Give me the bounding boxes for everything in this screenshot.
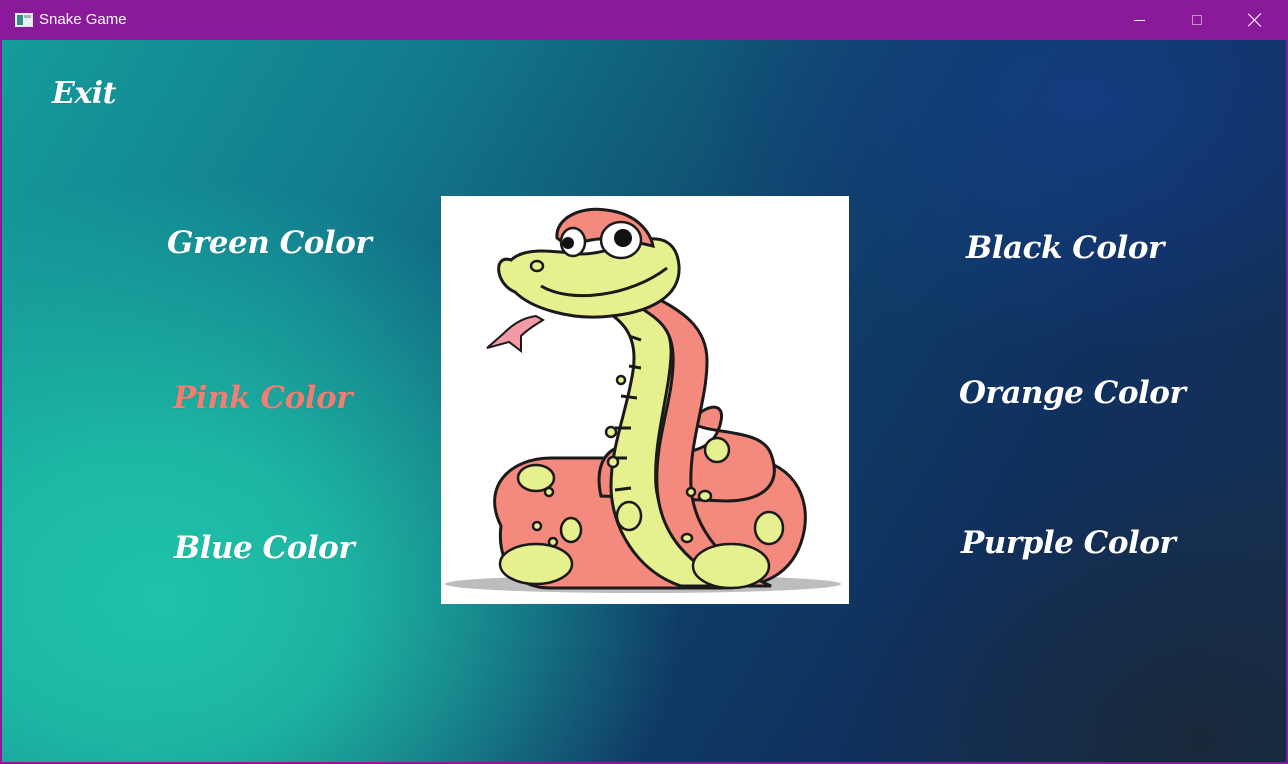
pink-color-option[interactable]: Pink Color — [173, 380, 353, 416]
orange-color-option[interactable]: Orange Color — [959, 375, 1186, 411]
maximize-button[interactable] — [1168, 0, 1226, 40]
game-window: Snake Game Exit Green Color Pink Color B… — [0, 0, 1288, 764]
color-menu-screen: Exit Green Color Pink Color Blue Color B… — [2, 40, 1286, 762]
snake-image — [441, 196, 849, 604]
exit-button[interactable]: Exit — [52, 76, 117, 111]
title-bar[interactable]: Snake Game — [2, 0, 1286, 40]
close-button[interactable] — [1226, 0, 1284, 40]
black-color-option[interactable]: Black Color — [966, 230, 1164, 266]
snake-illustration — [445, 207, 841, 593]
minimize-icon — [1133, 19, 1145, 21]
close-icon — [1248, 13, 1262, 27]
maximize-icon — [1192, 15, 1202, 25]
app-icon — [15, 13, 33, 27]
minimize-button[interactable] — [1110, 0, 1168, 40]
purple-color-option[interactable]: Purple Color — [961, 525, 1176, 561]
blue-color-option[interactable]: Blue Color — [174, 530, 355, 566]
window-title: Snake Game — [39, 11, 127, 28]
green-color-option[interactable]: Green Color — [167, 225, 372, 261]
